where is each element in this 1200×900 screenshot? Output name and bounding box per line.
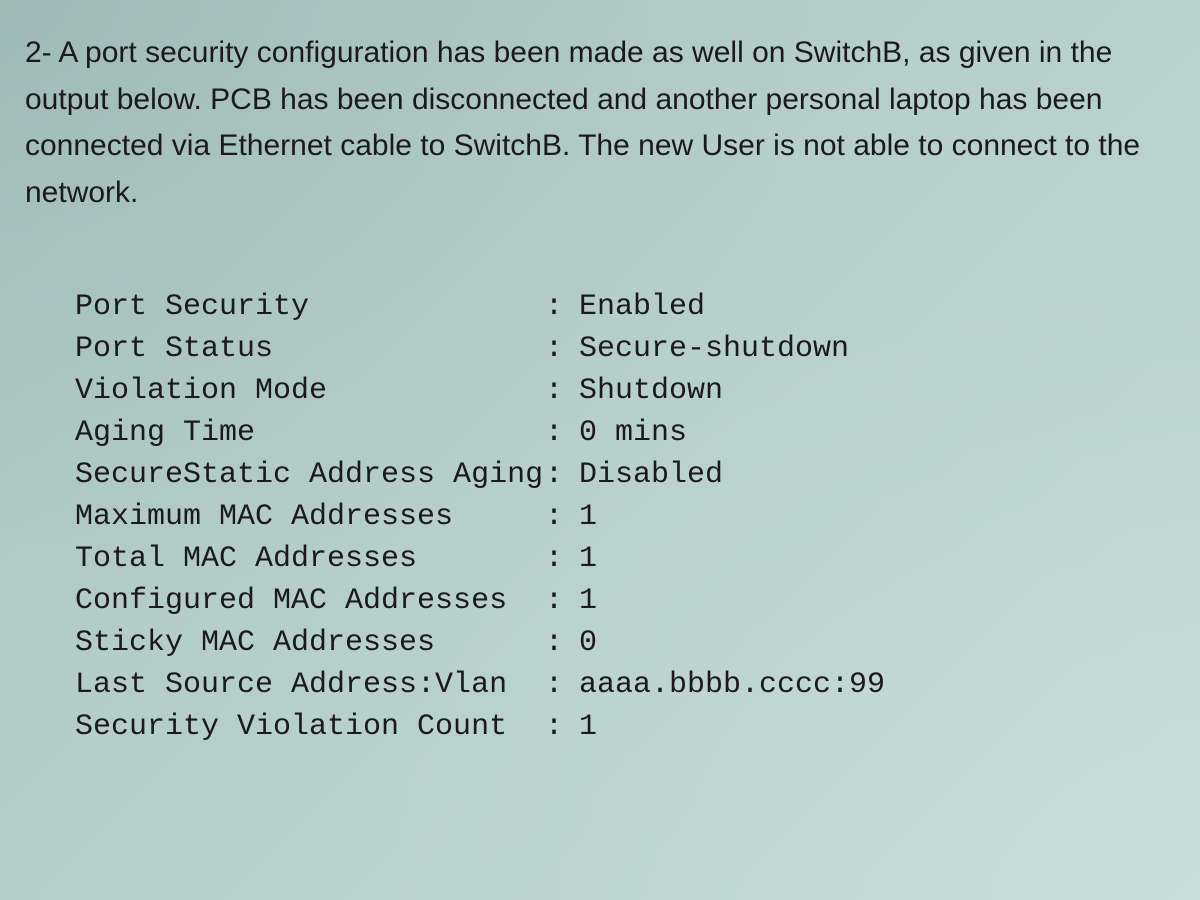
output-row: Last Source Address:Vlan : aaaa.bbbb.ccc… (75, 664, 1175, 706)
output-colon: : (545, 622, 579, 664)
output-value: 0 (579, 622, 1175, 664)
output-colon: : (545, 538, 579, 580)
output-row: SecureStatic Address Aging : Disabled (75, 454, 1175, 496)
output-value: 1 (579, 706, 1175, 748)
output-colon: : (545, 286, 579, 328)
output-value: Shutdown (579, 370, 1175, 412)
output-row: Violation Mode : Shutdown (75, 370, 1175, 412)
output-label: Maximum MAC Addresses (75, 496, 545, 538)
output-row: Port Status : Secure-shutdown (75, 328, 1175, 370)
output-colon: : (545, 706, 579, 748)
output-colon: : (545, 328, 579, 370)
output-label: Security Violation Count (75, 706, 545, 748)
output-colon: : (545, 496, 579, 538)
output-label: Aging Time (75, 412, 545, 454)
output-row: Maximum MAC Addresses : 1 (75, 496, 1175, 538)
output-colon: : (545, 370, 579, 412)
output-value: aaaa.bbbb.cccc:99 (579, 664, 1175, 706)
output-value: 1 (579, 538, 1175, 580)
output-label: Port Status (75, 328, 545, 370)
output-value: Disabled (579, 454, 1175, 496)
output-value: Secure-shutdown (579, 328, 1175, 370)
output-row: Security Violation Count : 1 (75, 706, 1175, 748)
output-value: 0 mins (579, 412, 1175, 454)
output-colon: : (545, 412, 579, 454)
output-label: SecureStatic Address Aging (75, 454, 545, 496)
port-security-output: Port Security : Enabled Port Status : Se… (25, 286, 1175, 748)
output-value: 1 (579, 496, 1175, 538)
output-label: Last Source Address:Vlan (75, 664, 545, 706)
output-colon: : (545, 454, 579, 496)
output-colon: : (545, 664, 579, 706)
output-value: Enabled (579, 286, 1175, 328)
output-label: Violation Mode (75, 370, 545, 412)
output-label: Total MAC Addresses (75, 538, 545, 580)
output-row: Sticky MAC Addresses : 0 (75, 622, 1175, 664)
question-text: 2- A port security configuration has bee… (25, 30, 1175, 216)
output-row: Total MAC Addresses : 1 (75, 538, 1175, 580)
output-label: Port Security (75, 286, 545, 328)
output-label: Sticky MAC Addresses (75, 622, 545, 664)
output-row: Port Security : Enabled (75, 286, 1175, 328)
output-row: Aging Time : 0 mins (75, 412, 1175, 454)
output-value: 1 (579, 580, 1175, 622)
output-label: Configured MAC Addresses (75, 580, 545, 622)
output-row: Configured MAC Addresses : 1 (75, 580, 1175, 622)
output-colon: : (545, 580, 579, 622)
